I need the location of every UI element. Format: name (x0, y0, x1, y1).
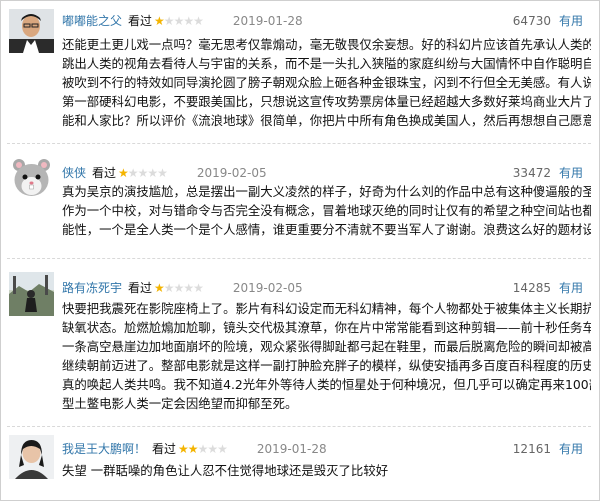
star-empty-icon: ★ (183, 14, 194, 28)
review-header: 我是王大鹏啊！ 看过 ★★★★★ 2019-01-28 (62, 441, 327, 457)
review-header: 侠侠 看过 ★★★★★ 2019-02-05 (62, 165, 267, 181)
avatar[interactable] (9, 156, 54, 200)
hamster-avatar-icon (9, 156, 54, 200)
useful-button[interactable]: 有用 (559, 442, 583, 456)
star-empty-icon: ★ (197, 442, 209, 456)
review-text-line: 真为吴京的演技尴尬，总是摆出一副大义凌然的样子，好奇为什么刘的作品中总有这种傻逼… (62, 184, 591, 199)
star-empty-icon: ★ (163, 14, 175, 28)
watched-label: 看过 (128, 281, 153, 295)
review-text-line: 缺氧状态。尬燃尬煽加尬聊，镜头交代极其潦草，你在片中常常能看到这种剪辑——前十秒… (62, 320, 591, 335)
user-avatar-icon (9, 9, 54, 53)
star-filled-icon: ★ (187, 442, 199, 456)
review-text-line: 能性，一个是全人类一个是个人感情，谁更重要分不清就不要当军人了谢谢。浪费这么好的… (62, 222, 591, 237)
review-date: 2019-01-28 (256, 442, 327, 456)
review-text-line: 还能更土更儿戏一点吗？毫无思考仅靠煽动，毫无敬畏仅余妄想。好的科幻片应该首先承认… (62, 37, 591, 52)
watched-label: 看过 (128, 14, 153, 28)
landscape-avatar-icon (9, 272, 54, 316)
vote-area: 14285 有用 (513, 280, 583, 296)
review-text-line: 型土鳖电影人类一定会因绝望而抑郁至死。 (62, 396, 298, 411)
review-text-line: 跳出人类的视角去看待人与宇宙的关系，而不是一头扎入狭隘的家庭纠纷与大国情怀中自作… (62, 56, 591, 71)
vote-area: 64730 有用 (513, 13, 583, 29)
star-empty-icon: ★ (147, 166, 158, 180)
avatar[interactable] (9, 9, 54, 53)
review-header: 路有冻死宇 看过 ★★★★★ 2019-02-05 (62, 280, 303, 296)
rating-stars: ★★★★★ (154, 280, 204, 296)
rating-stars: ★★★★★ (178, 441, 228, 457)
useful-button[interactable]: 有用 (559, 14, 583, 28)
vote-area: 12161 有用 (513, 441, 583, 457)
divider (7, 258, 591, 259)
star-empty-icon: ★ (127, 166, 139, 180)
review-text-line: 快要把我震死在影院座椅上了。影片有科幻设定而无科幻精神，每个人物都处于被集体主义… (62, 301, 591, 316)
vote-count: 64730 (512, 14, 551, 28)
watched-label: 看过 (92, 166, 117, 180)
star-empty-icon: ★ (217, 442, 228, 456)
rating-stars: ★★★★★ (154, 13, 204, 29)
review-header: 嘟嘟能之父 看过 ★★★★★ 2019-01-28 (62, 13, 303, 29)
avatar[interactable] (9, 272, 54, 316)
username-link[interactable]: 侠侠 (62, 166, 86, 180)
star-filled-icon: ★ (178, 442, 189, 456)
star-empty-icon: ★ (137, 166, 149, 180)
review-text: 快要把我震死在影院座椅上了。影片有科幻设定而无科幻精神，每个人物都处于被集体主义… (62, 299, 591, 413)
review-text-line: 被吹到不行的特效如同导演抡圆了膀子朝观众脸上砸各种金银珠宝，闪到不行但全无美感。… (62, 75, 591, 90)
username-link[interactable]: 我是王大鹏啊！ (62, 442, 146, 456)
divider (7, 143, 591, 144)
review-text-line: 继续朝前迈进了。整部电影就是这样一副打肿脸充胖子的模样，纵使安插再多百度百科程度… (62, 358, 591, 373)
review-text-line: 能和人家比？所以评价《流浪地球》很简单，你把片中所有角色换成美国人，然后再想想自… (62, 113, 591, 128)
rating-stars: ★★★★★ (118, 165, 168, 181)
star-empty-icon: ★ (157, 166, 168, 180)
username-link[interactable]: 嘟嘟能之父 (62, 14, 122, 28)
star-empty-icon: ★ (173, 14, 185, 28)
user-avatar-icon (9, 435, 54, 479)
vote-count: 14285 (512, 281, 551, 295)
star-filled-icon: ★ (154, 14, 165, 28)
username-link[interactable]: 路有冻死宇 (62, 281, 122, 295)
star-filled-icon: ★ (118, 166, 129, 180)
review-text-line: 一条高空悬崖边加地面崩坏的险境，观众紧张得脚趾都弓起在鞋里，而最后脱离危险的瞬间… (62, 339, 591, 354)
review-text-line: 第一部硬科幻电影，不要跟美国比，只想说这宣传攻势票房体量已经超越大多数好莱坞商业… (62, 94, 591, 109)
star-empty-icon: ★ (183, 281, 194, 295)
star-empty-icon: ★ (173, 281, 185, 295)
vote-count: 33472 (512, 166, 551, 180)
useful-button[interactable]: 有用 (559, 281, 583, 295)
useful-button[interactable]: 有用 (559, 166, 583, 180)
star-filled-icon: ★ (154, 281, 165, 295)
vote-area: 33472 有用 (513, 165, 583, 181)
review-text: 失望 一群聒噪的角色让人忍不住觉得地球还是毁灭了比较好 (62, 461, 591, 480)
avatar[interactable] (9, 435, 54, 479)
star-empty-icon: ★ (193, 14, 204, 28)
review-text: 真为吴京的演技尴尬，总是摆出一副大义凌然的样子，好奇为什么刘的作品中总有这种傻逼… (62, 182, 591, 240)
star-empty-icon: ★ (207, 442, 218, 456)
review-date: 2019-02-05 (196, 166, 267, 180)
divider (7, 426, 591, 427)
review-text-line: 真的唤起人类共鸣。我不知道4.2光年外等待人类的恒星处于何种境况，但几乎可以确定… (62, 377, 591, 392)
star-empty-icon: ★ (193, 281, 204, 295)
review-date: 2019-02-05 (232, 281, 303, 295)
review-text: 还能更土更儿戏一点吗？毫无思考仅靠煽动，毫无敬畏仅余妄想。好的科幻片应该首先承认… (62, 35, 591, 130)
review-date: 2019-01-28 (232, 14, 303, 28)
watched-label: 看过 (152, 442, 177, 456)
review-text-line: 失望 一群聒噪的角色让人忍不住觉得地球还是毁灭了比较好 (62, 463, 389, 478)
review-text-line: 作为一个中校，对与错命令与否完全没有概念，冒着地球灭绝的同时让仅有的希望之种空间… (62, 203, 591, 218)
star-empty-icon: ★ (163, 281, 175, 295)
comments-panel: 嘟嘟能之父 看过 ★★★★★ 2019-01-28 64730 有用 还能更土更儿戏一点… (0, 0, 600, 501)
vote-count: 12161 (512, 442, 551, 456)
